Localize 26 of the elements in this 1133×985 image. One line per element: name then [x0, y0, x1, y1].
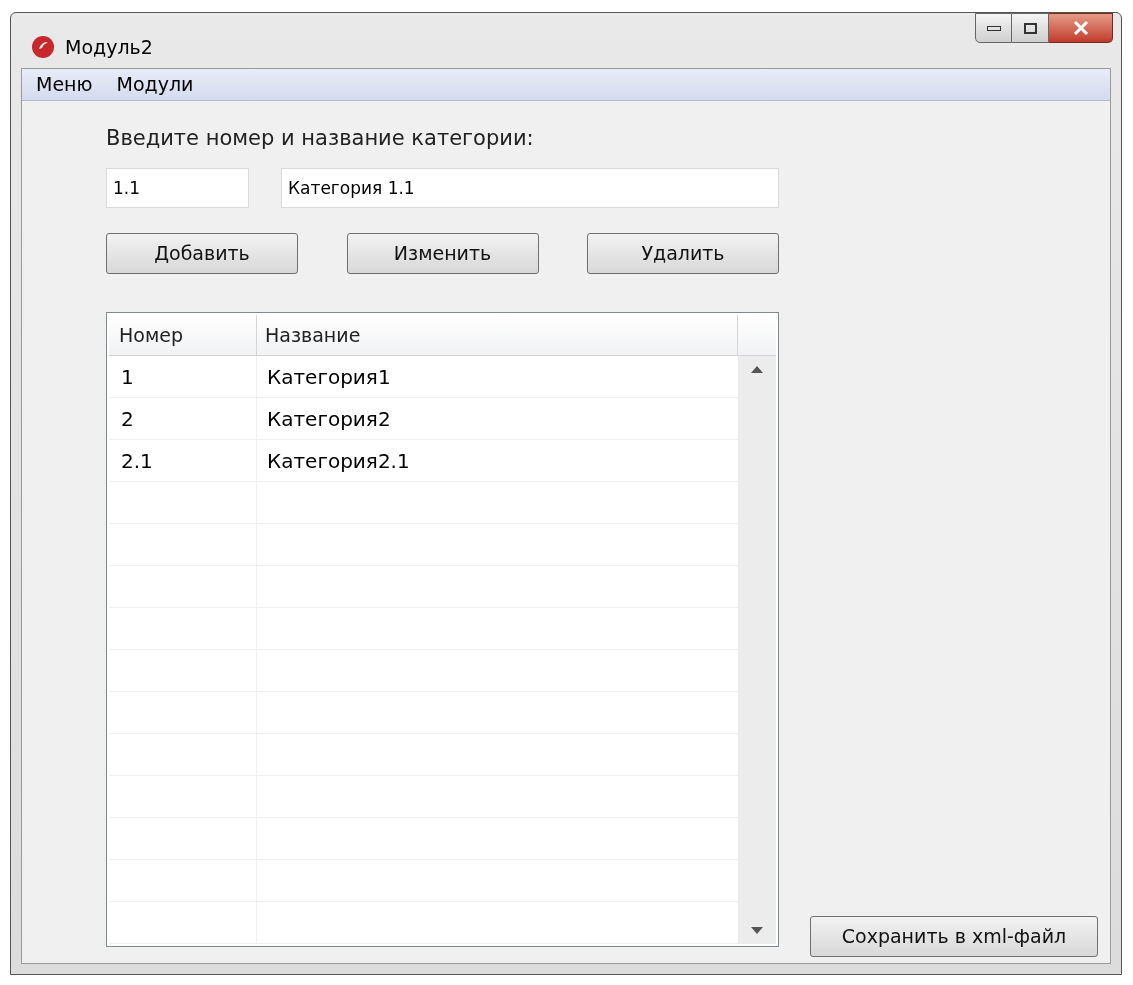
- action-button[interactable]: Изменить: [346, 233, 539, 274]
- minimize-button[interactable]: [975, 13, 1012, 43]
- action-button[interactable]: Добавить: [106, 233, 298, 274]
- table-cell-text: Категория2: [266, 405, 392, 433]
- column-header[interactable]: Название: [257, 315, 738, 355]
- maximize-button[interactable]: [1012, 13, 1049, 43]
- action-button[interactable]: Удалить: [587, 233, 779, 274]
- vertical-scrollbar[interactable]: [738, 356, 776, 944]
- app-icon: [31, 35, 55, 60]
- close-button[interactable]: [1049, 13, 1113, 43]
- name-field[interactable]: Категория 1.1: [281, 168, 779, 208]
- menu-item[interactable]: Модули: [108, 69, 202, 99]
- table-cell: 2.1: [109, 440, 257, 481]
- prompt-label: Введите номер и название категории:: [106, 124, 535, 152]
- save-button[interactable]: Сохранить в xml-файл: [810, 916, 1098, 957]
- table-cell-text: Категория1: [266, 363, 392, 391]
- menu-item[interactable]: Меню: [28, 69, 101, 99]
- table-cell: 1: [109, 356, 257, 397]
- close-icon: [1072, 21, 1089, 35]
- number-field[interactable]: 1.1: [106, 168, 249, 208]
- table-cell-text: Категория2.1: [266, 447, 411, 475]
- scroll-up-icon[interactable]: [751, 366, 763, 373]
- column-header[interactable]: Номер: [109, 315, 257, 355]
- window-title: Модуль2: [65, 35, 153, 60]
- scroll-down-icon[interactable]: [751, 927, 763, 934]
- table-cell: 2: [109, 398, 257, 439]
